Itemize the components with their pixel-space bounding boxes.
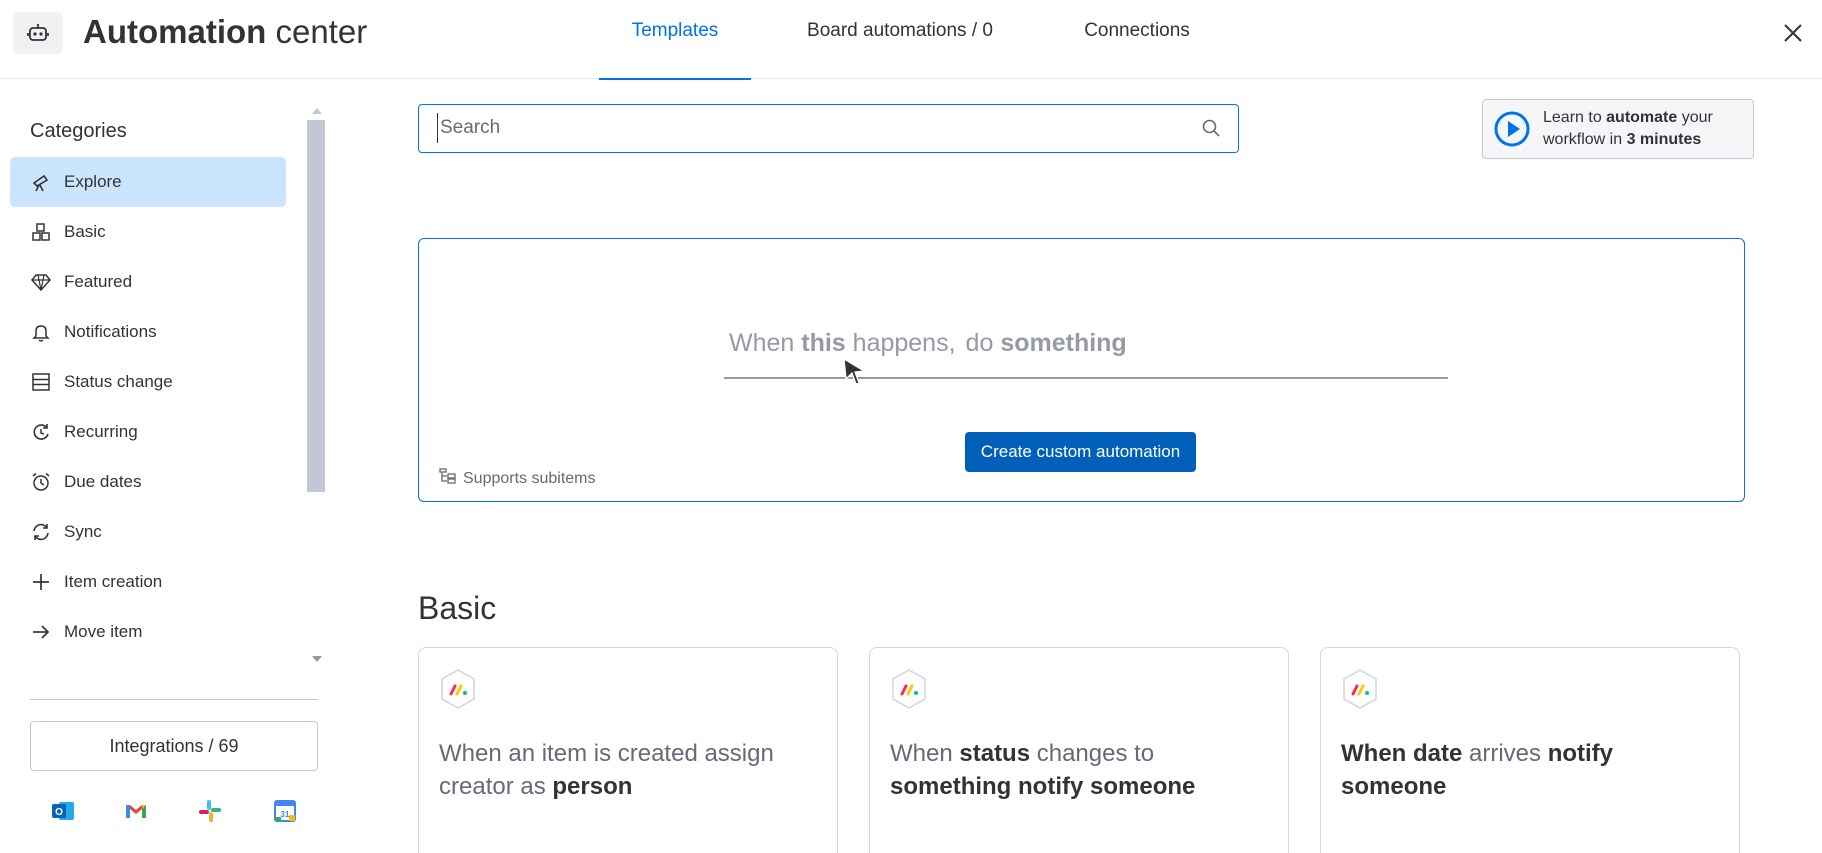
- svg-text:O: O: [55, 807, 63, 818]
- search-icon[interactable]: [1201, 118, 1221, 143]
- template-token: notify: [1018, 773, 1084, 800]
- monday-logo-icon: [441, 669, 475, 709]
- sidebar-item-due-dates[interactable]: Due dates: [10, 457, 286, 507]
- template-card[interactable]: When date arrives notify someone: [1320, 647, 1740, 853]
- template-token: notify: [1547, 740, 1614, 767]
- scroll-down-arrow[interactable]: [312, 656, 322, 662]
- play-icon: [1494, 111, 1530, 147]
- sidebar-item-label: Recurring: [64, 422, 138, 441]
- svg-text:31: 31: [281, 810, 290, 819]
- subitems-icon: [439, 467, 457, 490]
- sidebar-item-status-change[interactable]: Status change: [10, 357, 286, 407]
- integrations-button[interactable]: Integrations / 69: [30, 721, 318, 771]
- sidebar-item-item-creation[interactable]: Item creation: [10, 557, 286, 607]
- tab-label: Templates: [631, 20, 719, 41]
- template-text: [1011, 773, 1018, 800]
- sidebar-item-featured[interactable]: Featured: [10, 257, 286, 307]
- sidebar-item-label: Basic: [64, 222, 106, 241]
- sidebar-item-sync[interactable]: Sync: [10, 507, 286, 557]
- robot-icon[interactable]: [13, 12, 63, 54]
- template-token: When date: [1341, 740, 1463, 767]
- sidebar-item-label: Item creation: [64, 572, 163, 591]
- tab-connections[interactable]: Connections: [1072, 0, 1202, 79]
- gmail-icon[interactable]: [123, 798, 149, 824]
- sidebar-item-recurring[interactable]: Recurring: [10, 407, 286, 457]
- template-token: person: [552, 773, 633, 800]
- sidebar-divider: [30, 699, 318, 700]
- category-list: Explore Basic Featured Notifications Sta…: [10, 157, 286, 657]
- bell-icon: [30, 321, 52, 343]
- status-rows-icon: [30, 371, 52, 393]
- arrow-right-icon: [30, 621, 52, 643]
- template-card[interactable]: When status changes to something notify …: [869, 647, 1289, 853]
- template-card[interactable]: When an item is created assign creator a…: [418, 647, 838, 853]
- sidebar-item-label: Move item: [64, 622, 143, 641]
- sidebar-item-notifications[interactable]: Notifications: [10, 307, 286, 357]
- sidebar-item-label: Sync: [64, 522, 102, 541]
- template-token: someone: [1341, 773, 1447, 800]
- template-description: When status changes to something notify …: [890, 737, 1270, 803]
- sidebar-item-label: Explore: [64, 172, 122, 191]
- template-description: When an item is created assign creator a…: [439, 737, 819, 803]
- sidebar-item-label: Status change: [64, 372, 173, 391]
- sidebar-item-basic[interactable]: Basic: [10, 207, 286, 257]
- plus-icon: [30, 571, 52, 593]
- template-token: something: [890, 773, 1012, 800]
- create-custom-automation-button[interactable]: Create custom automation: [965, 432, 1196, 472]
- header: Automation center Templates Board automa…: [0, 0, 1822, 80]
- learn-video-button[interactable]: Learn to automate your workflow in 3 min…: [1482, 99, 1754, 159]
- template-text: When: [890, 740, 960, 767]
- search-input[interactable]: [437, 113, 1157, 143]
- learn-text: Learn to automate your workflow in 3 min…: [1543, 109, 1713, 148]
- monday-logo-icon: [1343, 669, 1377, 709]
- recurring-icon: [30, 421, 52, 443]
- sidebar: Categories Explore Basic Featured Notifi…: [0, 80, 330, 853]
- template-text: changes to: [1030, 740, 1155, 767]
- tab-underline: [599, 78, 751, 80]
- sidebar-scrollbar[interactable]: [307, 108, 325, 656]
- custom-automation-card[interactable]: When this happens, do something Create cu…: [418, 238, 1745, 502]
- tab-board-automations[interactable]: Board automations / 0: [792, 0, 1008, 79]
- tab-label: Connections: [1084, 20, 1190, 41]
- slack-icon[interactable]: [197, 798, 223, 824]
- scrollbar-thumb[interactable]: [307, 120, 325, 492]
- monday-logo-icon: [892, 669, 926, 709]
- template-description: When date arrives notify someone: [1341, 737, 1721, 803]
- integrations-label: Integrations / 69: [109, 735, 239, 756]
- tab-label: Board automations / 0: [807, 20, 993, 41]
- outlook-icon[interactable]: O: [50, 798, 76, 824]
- template-token: status: [959, 740, 1031, 767]
- tab-templates[interactable]: Templates: [599, 0, 751, 80]
- integration-icons: O 31: [50, 798, 310, 828]
- sync-icon: [30, 521, 52, 543]
- sidebar-item-move-item[interactable]: Move item: [10, 607, 286, 657]
- sidebar-item-label: Notifications: [64, 322, 157, 341]
- close-icon[interactable]: [1778, 18, 1808, 48]
- automation-sentence: When this happens, do something: [729, 329, 1127, 357]
- blocks-icon: [30, 221, 52, 243]
- sidebar-item-label: Due dates: [64, 472, 142, 491]
- mouse-cursor-icon: [843, 357, 866, 385]
- section-title-basic: Basic: [418, 590, 497, 626]
- page-title: Automation center: [83, 13, 368, 50]
- google-calendar-icon[interactable]: 31: [272, 798, 298, 824]
- subitems-label: Supports subitems: [463, 469, 596, 487]
- scroll-up-arrow[interactable]: [312, 108, 322, 114]
- template-text: [1083, 773, 1090, 800]
- search-field[interactable]: [418, 104, 1239, 153]
- sidebar-item-explore[interactable]: Explore: [10, 157, 286, 207]
- template-token: someone: [1090, 773, 1196, 800]
- alarm-clock-icon: [30, 471, 52, 493]
- create-button-label: Create custom automation: [980, 442, 1181, 461]
- sidebar-item-label: Featured: [64, 272, 133, 291]
- sentence-underline: [724, 377, 1448, 379]
- supports-subitems: Supports subitems: [439, 467, 596, 490]
- telescope-icon: [30, 171, 52, 193]
- template-text: arrives: [1462, 740, 1548, 767]
- categories-heading: Categories: [30, 120, 127, 142]
- diamond-icon: [30, 271, 52, 293]
